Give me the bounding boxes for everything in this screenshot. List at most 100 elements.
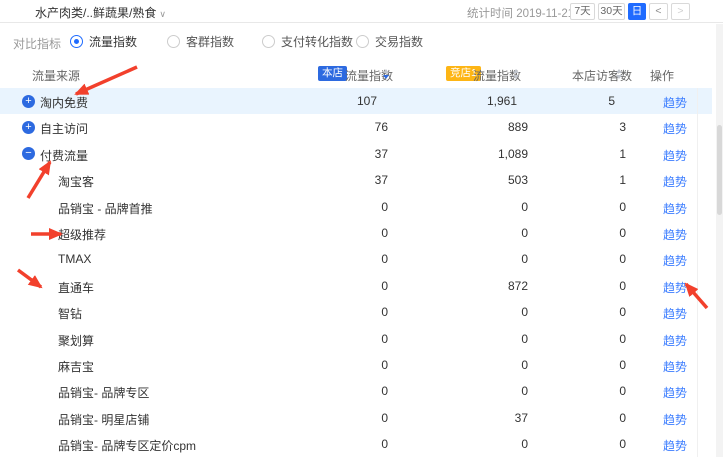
expand-plus-icon[interactable]: +: [22, 121, 35, 134]
sort-down-icon: [513, 75, 519, 79]
visitors-value: 0: [619, 252, 626, 266]
trend-link[interactable]: 趋势: [663, 94, 687, 111]
range-day-button[interactable]: 日: [628, 3, 646, 20]
table-row: TMAX000趋势: [0, 246, 723, 272]
comp-index-value: 0: [521, 305, 528, 319]
trend-link[interactable]: 趋势: [663, 279, 687, 296]
visitors-value: 0: [619, 226, 626, 240]
sort-comp-index-control[interactable]: [513, 69, 519, 79]
row-label: 品销宝 - 品牌首推: [58, 200, 153, 217]
row-label: 直通车: [58, 279, 94, 296]
trend-link[interactable]: 趋势: [663, 200, 687, 217]
table-row: 超级推荐000趋势: [0, 220, 723, 246]
scrollbar-track: [716, 24, 723, 457]
radio-selected-icon: [70, 35, 83, 48]
row-label: 品销宝- 品牌专区: [58, 384, 149, 401]
trend-link[interactable]: 趋势: [663, 411, 687, 428]
table-row: 品销宝- 明星店铺0370趋势: [0, 405, 723, 431]
row-label: 麻吉宝: [58, 358, 94, 375]
chevron-left-icon: <: [655, 5, 661, 17]
row-label: 品销宝- 品牌专区定价cpm: [58, 437, 196, 454]
radio-customer-index[interactable]: 客群指数: [167, 33, 234, 50]
trend-link[interactable]: 趋势: [663, 252, 687, 269]
table-row: 品销宝 - 品牌首推000趋势: [0, 194, 723, 220]
self-index-value: 0: [381, 200, 388, 214]
radio-traffic-index[interactable]: 流量指数: [70, 33, 137, 50]
row-label: 聚划算: [58, 332, 94, 349]
visitors-value: 0: [619, 384, 626, 398]
comp-index-value: 1,089: [498, 147, 528, 161]
self-index-value: 0: [381, 384, 388, 398]
row-label: 淘宝客: [58, 173, 94, 190]
self-index-value: 0: [381, 437, 388, 451]
expand-minus-icon[interactable]: −: [22, 147, 35, 160]
table-right-divider: [697, 88, 698, 457]
visitors-value: 3: [619, 120, 626, 134]
table-row: 聚划算000趋势: [0, 326, 723, 352]
sort-self-index-control[interactable]: [383, 69, 389, 79]
comp-index-value: 0: [521, 226, 528, 240]
row-label: 品销宝- 明星店铺: [58, 411, 149, 428]
next-date-button[interactable]: >: [671, 3, 690, 20]
comp-index-value: 0: [521, 437, 528, 451]
chevron-right-icon: >: [677, 5, 683, 17]
trend-link[interactable]: 趋势: [663, 305, 687, 322]
visitors-value: 0: [619, 411, 626, 425]
comp-index-value: 0: [521, 252, 528, 266]
radio-conversion-index[interactable]: 支付转化指数: [262, 33, 353, 50]
self-index-value: 0: [381, 411, 388, 425]
comp-index-value: 889: [508, 120, 528, 134]
trend-link[interactable]: 趋势: [663, 384, 687, 401]
self-index-value: 37: [375, 173, 388, 187]
prev-date-button[interactable]: <: [649, 3, 668, 20]
radio-label: 支付转化指数: [281, 33, 353, 50]
row-label: 淘内免费: [40, 94, 88, 111]
stat-time: 统计时间 2019-11-21: [467, 5, 574, 21]
self-index-value: 76: [375, 120, 388, 134]
range-30d-button[interactable]: 30天: [598, 3, 625, 20]
trend-link[interactable]: 趋势: [663, 120, 687, 137]
compare-metric-label: 对比指标: [13, 35, 61, 52]
comp-index-value: 503: [508, 173, 528, 187]
table-row: 麻吉宝 0 0 0 趋势: [0, 352, 723, 378]
radio-unselected-icon: [356, 35, 369, 48]
table-row: −付费流量371,0891趋势: [0, 141, 723, 167]
table-body: +淘内免费1071,9615趋势+自主访问768893趋势−付费流量371,08…: [0, 88, 723, 457]
self-index-value: 0: [381, 358, 388, 372]
comp-index-value: 0: [521, 358, 528, 372]
row-label: 付费流量: [40, 147, 88, 164]
stat-date: 2019-11-21: [516, 8, 574, 20]
self-index-value: 0: [381, 252, 388, 266]
trend-link[interactable]: 趋势: [663, 173, 687, 190]
table-header: 流量来源 本店 流量指数 竞店1 流量指数 本店访客数 操作: [0, 60, 723, 88]
radio-label: 客群指数: [186, 33, 234, 50]
scrollbar-thumb[interactable]: [717, 125, 722, 215]
expand-plus-icon[interactable]: +: [22, 95, 35, 108]
table-row: 品销宝- 品牌专区000趋势: [0, 378, 723, 404]
trend-link[interactable]: 趋势: [663, 332, 687, 349]
sort-up-icon: [383, 69, 389, 73]
stat-time-label: 统计时间: [467, 8, 513, 20]
column-traffic-source: 流量来源: [32, 67, 80, 84]
trend-link[interactable]: 趋势: [663, 147, 687, 164]
visitors-value: 0: [619, 437, 626, 451]
sort-visitors-control[interactable]: [616, 69, 622, 79]
column-self-visitors: 本店访客数: [572, 67, 632, 84]
self-shop-badge: 本店: [318, 66, 347, 81]
self-index-value: 37: [375, 147, 388, 161]
visitors-value: 0: [619, 332, 626, 346]
self-index-value: 0: [381, 226, 388, 240]
compare-metric-row: 对比指标 流量指数 客群指数 支付转化指数 交易指数: [0, 24, 723, 59]
table-row: +淘内免费1071,9615趋势: [0, 88, 712, 114]
visitors-value: 0: [619, 358, 626, 372]
trend-link[interactable]: 趋势: [663, 226, 687, 243]
sort-up-icon: [616, 69, 622, 73]
range-7d-button[interactable]: 7天: [570, 3, 595, 20]
visitors-value: 0: [619, 279, 626, 293]
trend-link[interactable]: 趋势: [663, 358, 687, 375]
trend-link[interactable]: 趋势: [663, 437, 687, 454]
category-breadcrumb[interactable]: 水产肉类/..鲜蔬果/熟食∨: [35, 4, 166, 21]
radio-transaction-index[interactable]: 交易指数: [356, 33, 423, 50]
breadcrumb-text: 水产肉类/..鲜蔬果/熟食: [35, 6, 156, 20]
table-row: 智钻000趋势: [0, 299, 723, 325]
